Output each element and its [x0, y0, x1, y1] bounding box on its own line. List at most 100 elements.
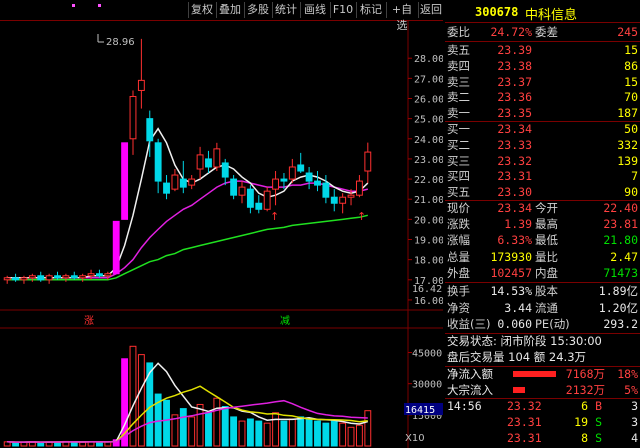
bid-row: 买一 23.34 50 — [445, 121, 640, 137]
quote-label: 涨跌 — [447, 217, 470, 232]
flow-percent: 5% — [624, 383, 638, 397]
volume-tick-label: 30000 — [412, 380, 442, 391]
fundamental-value: 0.060 — [497, 317, 532, 331]
fundamental-value: 14.53% — [490, 284, 532, 298]
stock-code: 300678 — [475, 5, 519, 19]
bid-ratio-row: 委比 24.72% 委差 245 — [445, 24, 640, 40]
tick-side: S — [595, 431, 602, 445]
marker-dot — [72, 4, 75, 7]
candle-body — [96, 273, 103, 277]
candle-body — [280, 178, 288, 182]
ask-label: 卖三 — [447, 74, 470, 89]
volume-bar — [255, 420, 263, 447]
flow-value: 7168万 — [565, 367, 605, 381]
restore-rights-button[interactable]: 复权 — [188, 2, 215, 18]
quote-value: 173930 — [490, 249, 532, 264]
quote-value: 23.81 — [603, 217, 638, 232]
bid-ratio-label: 委比 — [447, 25, 470, 39]
tick-count: 3 — [631, 415, 638, 429]
bid-row: 买五 23.30 90 — [445, 184, 640, 200]
draw-line-button[interactable]: 画线 — [300, 2, 329, 18]
ma-magenta-line — [7, 180, 368, 279]
quote-row: 涨跌 1.39 最高 23.81 — [445, 216, 640, 232]
volume-bars — [3, 345, 372, 447]
ask-price: 23.39 — [497, 43, 532, 57]
tick-row[interactable]: 14:56 23.32 6 B 3 — [445, 398, 640, 414]
quote-row: 总量 173930 量比 2.47 — [445, 249, 640, 265]
volume-bar — [330, 420, 338, 447]
volume-bar — [221, 406, 229, 447]
ask-row: 卖三 23.37 15 — [445, 74, 640, 90]
multi-stock-button[interactable]: 多股 — [244, 2, 271, 18]
quote-label: 现价 — [447, 201, 470, 215]
fundamental-label: 换手 — [447, 284, 470, 298]
candle-body — [45, 275, 53, 281]
volume-bar — [179, 408, 187, 447]
price-tick-label: 20.00 — [414, 215, 443, 226]
rise-marker[interactable]: 涨 — [84, 315, 94, 327]
reduce-marker[interactable]: 减 — [280, 315, 290, 327]
fundamental-label: 收益(三) — [447, 317, 491, 331]
price-tick-label: 26.00 — [414, 95, 443, 106]
volume-bar — [37, 441, 45, 447]
volume-bar — [305, 418, 313, 447]
add-watchlist-button[interactable]: +自选 — [386, 2, 417, 32]
candle-body — [305, 172, 313, 182]
candle-body — [28, 275, 36, 279]
flow-bar — [513, 387, 525, 393]
tick-row[interactable]: 23.31 8 S 4 — [445, 430, 640, 446]
fundamental-label: 流通 — [535, 300, 558, 315]
candle-body — [20, 277, 28, 281]
quote-value: 23.34 — [497, 201, 532, 215]
volume-bar — [163, 399, 170, 447]
candle-body — [112, 220, 120, 275]
quote-value: 102457 — [490, 265, 532, 280]
fundamental-label: 股本 — [535, 284, 558, 298]
candle-body — [339, 196, 347, 204]
quote-row: 外盘 102457 内盘 71473 — [445, 265, 640, 281]
bid-row: 买二 23.33 332 — [445, 137, 640, 153]
after-hours-row: 盘后交易量 104 额 24.3万 — [445, 349, 640, 365]
quote-value: 71473 — [603, 265, 638, 280]
quote-row: 现价 23.34 今开 22.40 — [445, 200, 640, 216]
volume-ma5-line — [7, 362, 369, 443]
f10-button[interactable]: F10 — [330, 2, 355, 18]
volume-bar — [314, 420, 321, 447]
tick-price: 23.31 — [507, 415, 542, 429]
bid-row: 买三 23.32 139 — [445, 153, 640, 169]
volume-bar — [322, 422, 330, 447]
ask-row: 卖四 23.38 86 — [445, 58, 640, 74]
high-label: 28.96 — [106, 37, 135, 48]
mark-button[interactable]: 标记 — [356, 2, 385, 18]
bid-price: 23.31 — [497, 169, 532, 184]
volume-bar — [205, 412, 212, 447]
overlay-button[interactable]: 叠加 — [216, 2, 243, 18]
price-tick-label: 18.00 — [414, 256, 443, 267]
ma-white-line — [7, 127, 369, 279]
ask-price: 23.36 — [497, 90, 532, 105]
bid-label: 买三 — [447, 153, 470, 168]
quote-label: 今开 — [535, 201, 558, 215]
candle-body — [364, 151, 372, 172]
volume-bar — [196, 403, 204, 447]
candle-body — [129, 95, 137, 140]
volume-tick-label: 45000 — [412, 349, 442, 360]
ask-label: 卖二 — [447, 90, 470, 105]
tick-count: 3 — [631, 399, 638, 413]
candle-body — [238, 186, 246, 196]
bid-price: 23.33 — [497, 137, 532, 152]
candle-body — [79, 275, 87, 279]
statistics-button[interactable]: 统计 — [272, 2, 299, 18]
candle-body — [3, 277, 11, 281]
quote-label: 最低 — [535, 233, 558, 248]
kline-chart[interactable]: 28.00 27.00 26.00 25.00 24.00 23.00 22.00 21.00… — [0, 20, 443, 448]
price-tick-label: 27.00 — [414, 74, 443, 85]
bid-volume: 139 — [617, 153, 638, 168]
bid-diff-label: 委差 — [535, 25, 558, 39]
fundamental-value: 1.20亿 — [598, 300, 638, 315]
tick-row[interactable]: 23.31 19 S 3 — [445, 414, 640, 430]
candle-body — [37, 275, 45, 281]
volume-bar — [213, 397, 221, 447]
candle-body — [297, 164, 305, 172]
back-button[interactable]: 返回 — [418, 2, 443, 18]
